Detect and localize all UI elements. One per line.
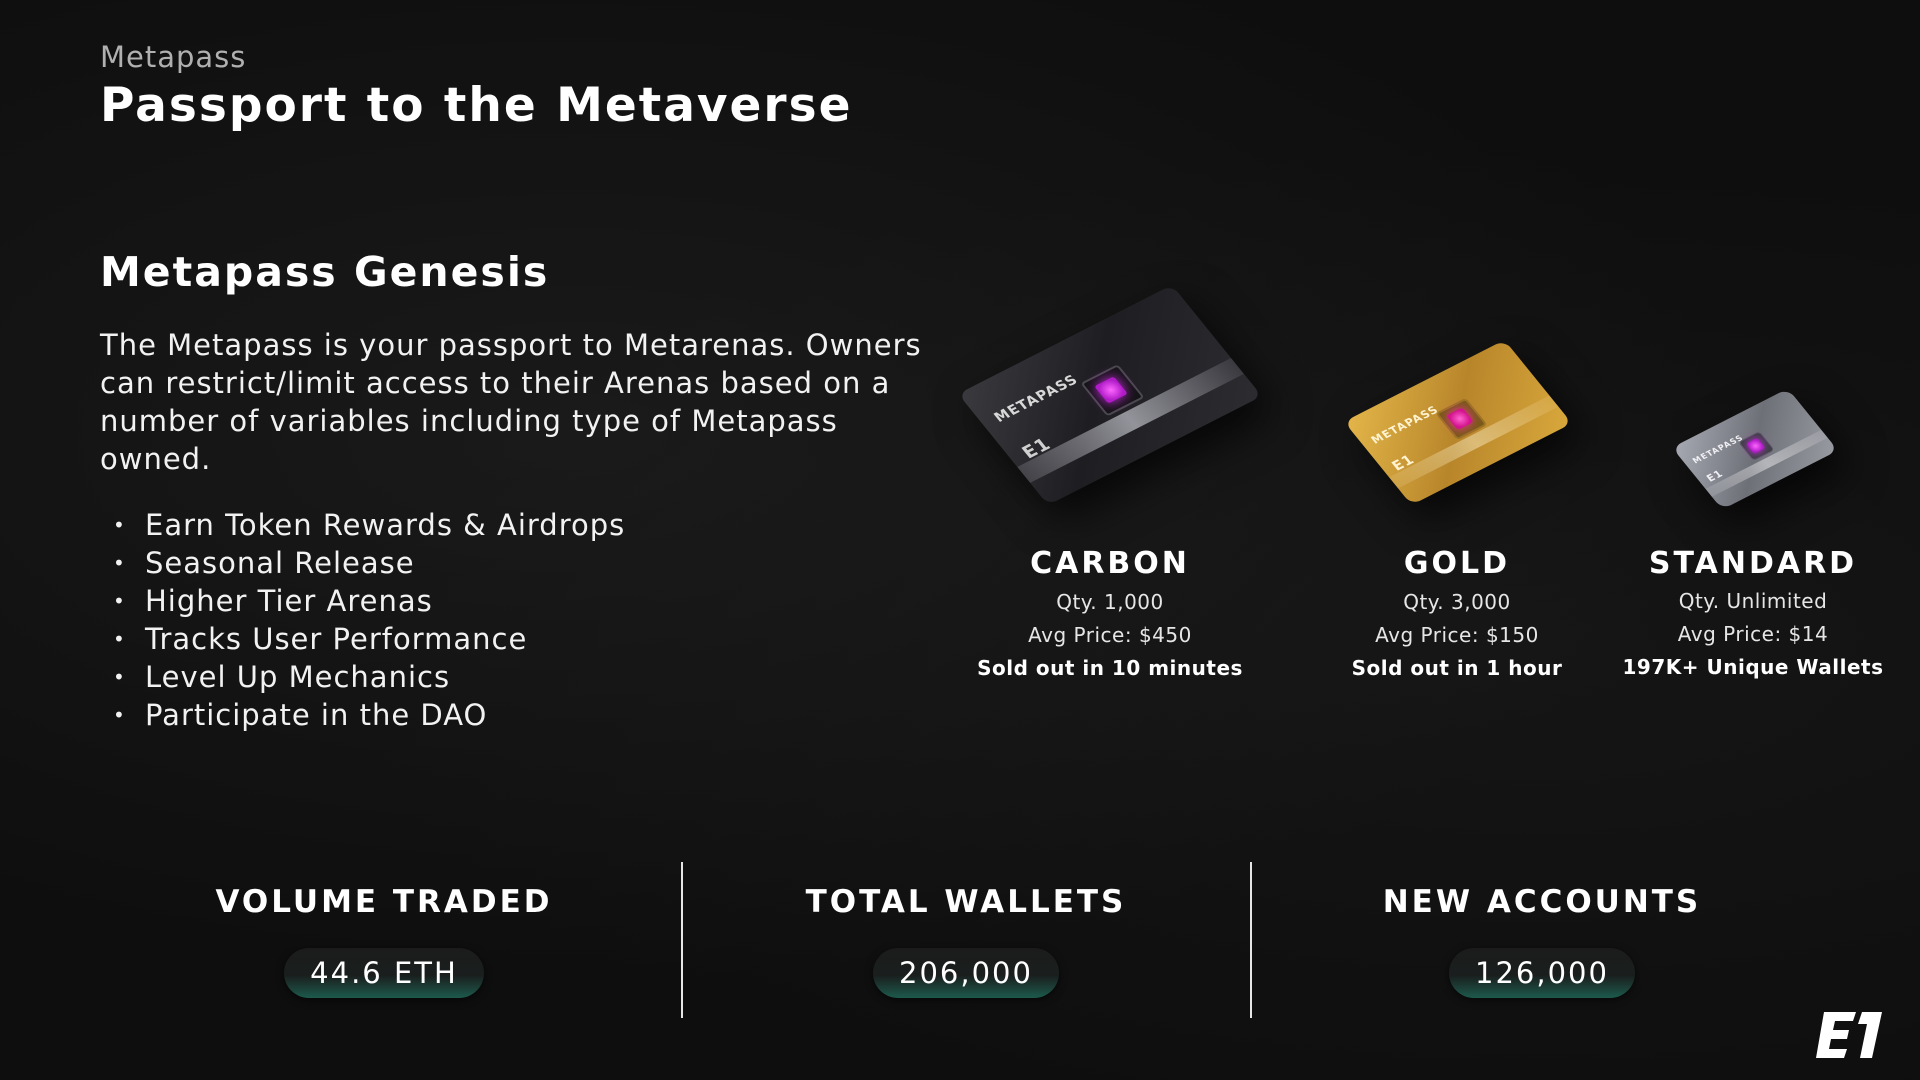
- tier-price: Avg Price: $450: [1028, 623, 1192, 647]
- card-brand-text: METAPASS: [991, 372, 1082, 426]
- tier-price: Avg Price: $14: [1677, 622, 1829, 646]
- card-brand-text: METAPASS: [1690, 433, 1746, 466]
- stat-value-badge: 126,000: [1449, 948, 1635, 998]
- bullet-icon: •: [113, 627, 126, 651]
- bullet-icon: •: [113, 589, 126, 613]
- stat-new-accounts: NEW ACCOUNTS 126,000: [1282, 884, 1802, 998]
- card-brand-text: METAPASS: [1368, 403, 1442, 447]
- stat-label: NEW ACCOUNTS: [1382, 884, 1702, 920]
- bullet-icon: •: [113, 665, 126, 689]
- tier-name: STANDARD: [1648, 546, 1858, 581]
- list-item: • Participate in the DAO: [113, 698, 488, 732]
- tier-qty: Qty. 3,000: [1403, 590, 1511, 614]
- page-title: Passport to the Metaverse: [100, 78, 853, 133]
- stat-divider: [681, 862, 683, 1018]
- tier-qty: Qty. Unlimited: [1678, 589, 1828, 613]
- list-item: • Earn Token Rewards & Airdrops: [113, 508, 626, 542]
- section-description: The Metapass is your passport to Metaren…: [100, 328, 922, 476]
- tier-price: Avg Price: $150: [1375, 623, 1539, 647]
- stat-label: VOLUME TRADED: [215, 884, 553, 920]
- bullet-icon: •: [113, 513, 126, 537]
- bullet-icon: •: [113, 703, 126, 727]
- feature-list: • Earn Token Rewards & Airdrops • Seasonal…: [113, 506, 625, 734]
- list-item: • Seasonal Release: [113, 546, 415, 580]
- list-item: • Level Up Mechanics: [113, 660, 451, 694]
- gold-card-image: METAPASS E1: [1344, 339, 1572, 506]
- tier-note: 197K+ Unique Wallets: [1622, 655, 1884, 679]
- tier-name: CARBON: [1030, 546, 1190, 581]
- list-item: • Tracks User Performance: [113, 622, 528, 656]
- stat-total-wallets: TOTAL WALLETS 206,000: [706, 884, 1226, 998]
- standard-card-image: METAPASS E1: [1671, 388, 1839, 510]
- tier-note: Sold out in 10 minutes: [977, 656, 1243, 680]
- page-eyebrow: Metapass: [100, 40, 247, 74]
- stat-volume-traded: VOLUME TRADED 44.6 ETH: [124, 884, 644, 998]
- card-stripe: [1017, 358, 1244, 483]
- tier-note: Sold out in 1 hour: [1351, 656, 1563, 680]
- tier-name: GOLD: [1403, 546, 1511, 581]
- section-title: Metapass Genesis: [100, 248, 550, 296]
- carbon-card-image: METAPASS E1: [958, 284, 1262, 506]
- bullet-icon: •: [113, 551, 126, 575]
- list-item: • Higher Tier Arenas: [113, 584, 433, 618]
- stat-divider: [1250, 862, 1252, 1018]
- stat-value-badge: 44.6 ETH: [284, 948, 484, 998]
- e1-logo-icon: [1816, 1012, 1882, 1058]
- tier-qty: Qty. 1,000: [1056, 590, 1164, 614]
- stat-label: TOTAL WALLETS: [805, 884, 1127, 920]
- stat-value-badge: 206,000: [873, 948, 1059, 998]
